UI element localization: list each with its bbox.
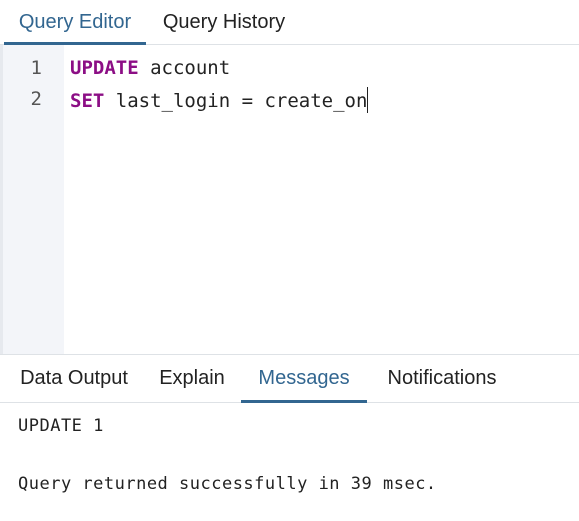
tab-messages[interactable]: Messages bbox=[241, 355, 367, 403]
line-number-gutter: 1 2 bbox=[0, 45, 64, 354]
tab-query-editor[interactable]: Query Editor bbox=[4, 0, 146, 45]
line-number-2: 2 bbox=[30, 88, 42, 110]
line-number-1: 1 bbox=[30, 57, 42, 79]
tab-query-history[interactable]: Query History bbox=[146, 0, 302, 44]
code-line-1[interactable]: UPDATE account bbox=[70, 56, 230, 80]
code-line-2[interactable]: SET last_login = create_on bbox=[70, 87, 369, 113]
tab-notifications-label: Notifications bbox=[387, 367, 497, 389]
message-query-result: Query returned successfully in 39 msec. bbox=[18, 474, 437, 494]
text-cursor bbox=[367, 87, 369, 113]
sql-text: last_login = create_on bbox=[104, 90, 368, 112]
active-tab-indicator bbox=[241, 400, 367, 403]
sql-editor[interactable]: 1 2 UPDATE account SET last_login = crea… bbox=[0, 45, 579, 354]
tab-query-editor-label: Query Editor bbox=[18, 11, 132, 33]
sql-keyword: SET bbox=[70, 90, 105, 112]
output-panel: Data Output Explain Messages Notificatio… bbox=[0, 354, 579, 521]
output-tab-bar: Data Output Explain Messages Notificatio… bbox=[0, 355, 579, 403]
message-update-count: UPDATE 1 bbox=[18, 416, 104, 436]
tab-messages-label: Messages bbox=[258, 367, 350, 389]
tab-query-history-label: Query History bbox=[162, 11, 286, 33]
sql-keyword: UPDATE bbox=[70, 57, 139, 79]
editor-tab-bar: Query Editor Query History bbox=[0, 0, 579, 45]
query-tool-window: Query Editor Query History 1 2 UPDATE ac… bbox=[0, 0, 579, 521]
tab-data-output[interactable]: Data Output bbox=[4, 355, 144, 402]
tab-explain-label: Explain bbox=[159, 367, 225, 389]
tab-data-output-label: Data Output bbox=[20, 367, 128, 389]
tab-explain[interactable]: Explain bbox=[144, 355, 240, 402]
tab-notifications[interactable]: Notifications bbox=[367, 355, 517, 402]
sql-text: account bbox=[138, 57, 231, 79]
